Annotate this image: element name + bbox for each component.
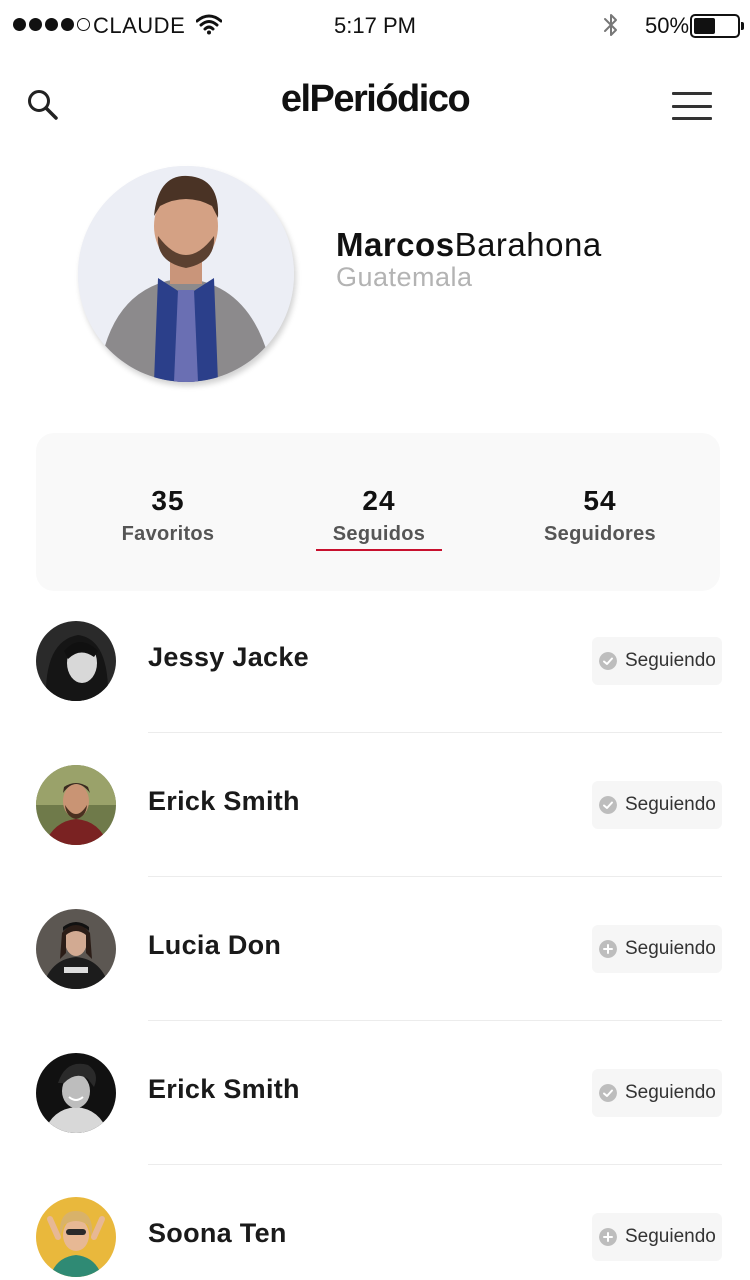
user-name[interactable]: Soona Ten bbox=[148, 1218, 287, 1249]
following-button-label: Seguiendo bbox=[625, 794, 716, 815]
following-button-label: Seguiendo bbox=[625, 650, 716, 671]
profile-photo bbox=[78, 166, 294, 382]
status-bar: CLAUDE 5:17 PM 50% bbox=[0, 0, 750, 50]
user-name[interactable]: Erick Smith bbox=[148, 786, 300, 817]
battery-percentage: 50% bbox=[645, 13, 690, 38]
stat-favoritos[interactable]: 35 Favoritos bbox=[68, 485, 268, 546]
avatar[interactable] bbox=[36, 1197, 116, 1277]
avatar[interactable] bbox=[36, 909, 116, 989]
list-item[interactable]: Erick Smith Seguiendo bbox=[0, 764, 750, 908]
stat-value: 54 bbox=[583, 485, 617, 516]
profile-first-name: Marcos bbox=[336, 226, 455, 263]
stat-label: Seguidos bbox=[332, 523, 426, 545]
clock: 5:17 PM bbox=[334, 13, 416, 38]
profile-last-name: Barahona bbox=[454, 226, 602, 263]
list-item[interactable]: Erick Smith Seguiendo bbox=[0, 1052, 750, 1196]
bluetooth-icon bbox=[604, 14, 617, 36]
avatar[interactable] bbox=[36, 765, 116, 845]
active-tab-indicator bbox=[316, 549, 442, 551]
check-icon bbox=[599, 652, 617, 670]
stat-seguidores[interactable]: 54 Seguidores bbox=[500, 485, 700, 546]
list-item[interactable]: Jessy Jacke Seguiendo bbox=[0, 620, 750, 764]
following-button-label: Seguiendo bbox=[625, 938, 716, 959]
divider bbox=[148, 1164, 722, 1165]
stat-value: 35 bbox=[151, 485, 185, 516]
site-logo[interactable]: elPeriódico bbox=[0, 78, 750, 121]
stat-seguidos[interactable]: 24 Seguidos bbox=[279, 485, 479, 546]
profile-screen: CLAUDE 5:17 PM 50% elPeriódico MarcosBar… bbox=[0, 0, 750, 1280]
following-button[interactable]: Seguiendo bbox=[592, 1213, 722, 1261]
battery-icon bbox=[690, 14, 744, 38]
following-button-label: Seguiendo bbox=[625, 1226, 716, 1247]
profile-avatar bbox=[78, 166, 294, 382]
battery-level bbox=[694, 18, 715, 34]
profile-location: Guatemala bbox=[336, 262, 473, 292]
user-name[interactable]: Erick Smith bbox=[148, 1074, 300, 1105]
plus-icon bbox=[599, 1228, 617, 1246]
stats-card: 35 Favoritos 24 Seguidos 54 Seguidores bbox=[36, 433, 720, 591]
user-name[interactable]: Lucia Don bbox=[148, 930, 281, 961]
divider bbox=[148, 1020, 722, 1021]
check-icon bbox=[599, 796, 617, 814]
list-item[interactable]: Lucia Don Seguiendo bbox=[0, 908, 750, 1052]
hamburger-menu-icon[interactable] bbox=[672, 92, 712, 120]
user-name[interactable]: Jessy Jacke bbox=[148, 642, 309, 673]
following-button[interactable]: Seguiendo bbox=[592, 781, 722, 829]
stat-label: Favoritos bbox=[121, 523, 215, 545]
avatar[interactable] bbox=[36, 621, 116, 701]
divider bbox=[148, 732, 722, 733]
avatar[interactable] bbox=[36, 1053, 116, 1133]
stat-value: 24 bbox=[362, 485, 396, 516]
following-button-label: Seguiendo bbox=[625, 1082, 716, 1103]
following-button[interactable]: Seguiendo bbox=[592, 637, 722, 685]
following-list: Jessy Jacke Seguiendo Erick Smith Seguie… bbox=[0, 620, 750, 1280]
following-button[interactable]: Seguiendo bbox=[592, 1069, 722, 1117]
divider bbox=[148, 876, 722, 877]
plus-icon bbox=[599, 940, 617, 958]
profile-name: MarcosBarahona bbox=[336, 226, 602, 264]
stat-label: Seguidores bbox=[544, 523, 656, 545]
check-icon bbox=[599, 1084, 617, 1102]
list-item[interactable]: Soona Ten Seguiendo bbox=[0, 1196, 750, 1280]
following-button[interactable]: Seguiendo bbox=[592, 925, 722, 973]
